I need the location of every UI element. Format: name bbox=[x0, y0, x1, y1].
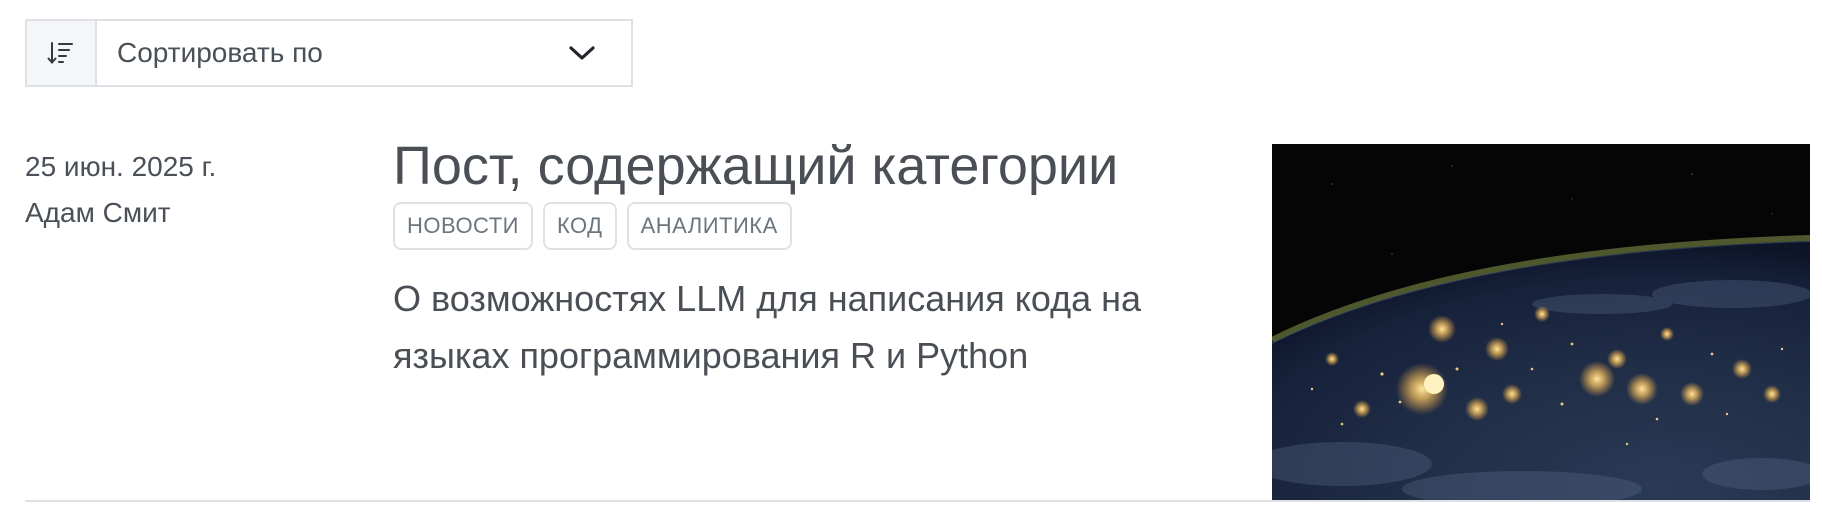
post-title-link[interactable]: Пост, содержащий категории bbox=[393, 132, 1213, 200]
category-tag-code[interactable]: КОД bbox=[542, 202, 617, 250]
post-body: Пост, содержащий категории НОВОСТИ КОД А… bbox=[393, 132, 1213, 384]
sort-by-label: Сортировать по bbox=[117, 37, 323, 68]
earth-at-night-image bbox=[1272, 144, 1810, 500]
post-categories: НОВОСТИ КОД АНАЛИТИКА bbox=[393, 202, 1213, 250]
post-divider bbox=[25, 500, 1810, 502]
sort-order-button[interactable] bbox=[27, 21, 97, 85]
category-tag-news[interactable]: НОВОСТИ bbox=[393, 202, 533, 250]
sort-control[interactable]: Сортировать по bbox=[25, 19, 633, 87]
sort-by-select[interactable]: Сортировать по bbox=[97, 21, 631, 85]
sort-descending-icon bbox=[47, 42, 73, 65]
post-author: Адам Смит bbox=[25, 197, 171, 228]
category-tag-analytics[interactable]: АНАЛИТИКА bbox=[626, 202, 792, 250]
listing-page: Сортировать по 25 июн. 2025 г. Адам Смит… bbox=[0, 0, 1822, 516]
post-listing-item: 25 июн. 2025 г. Адам Смит Пост, содержащ… bbox=[25, 136, 1810, 500]
post-meta: 25 июн. 2025 г. Адам Смит bbox=[25, 144, 355, 236]
post-thumbnail[interactable] bbox=[1272, 144, 1810, 500]
post-date: 25 июн. 2025 г. bbox=[25, 151, 217, 182]
post-description: О возможностях LLM для написания кода на… bbox=[393, 278, 1142, 376]
chevron-down-icon bbox=[567, 38, 597, 68]
